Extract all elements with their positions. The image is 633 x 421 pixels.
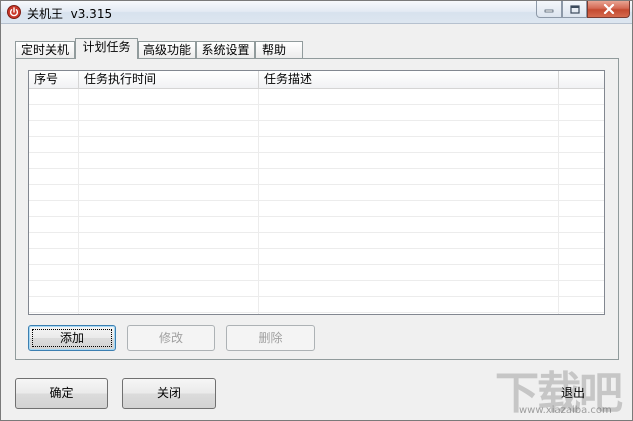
add-task-button[interactable]: 添加 <box>28 325 116 351</box>
delete-task-button[interactable]: 删除 <box>226 325 315 351</box>
column-header-filler <box>559 71 604 88</box>
task-list-header: 序号 任务执行时间 任务描述 <box>29 71 604 89</box>
task-list[interactable]: 序号 任务执行时间 任务描述 <box>28 70 605 315</box>
column-divider <box>78 89 79 314</box>
column-header-exec-time[interactable]: 任务执行时间 <box>79 71 259 88</box>
column-header-index[interactable]: 序号 <box>29 71 79 88</box>
tab-system-settings[interactable]: 系统设置 <box>196 41 255 58</box>
exit-button[interactable]: 退出 <box>527 378 619 409</box>
tab-scheduled-shutdown[interactable]: 定时关机 <box>15 41 75 58</box>
tab-help[interactable]: 帮助 <box>255 41 303 58</box>
column-divider <box>258 89 259 314</box>
column-header-description[interactable]: 任务描述 <box>259 71 559 88</box>
window-title: 关机王 v3.315 <box>27 7 113 21</box>
maximize-icon <box>569 4 580 14</box>
minimize-icon <box>544 9 554 13</box>
column-divider <box>558 89 559 314</box>
maximize-button[interactable] <box>562 1 587 18</box>
edit-task-button[interactable]: 修改 <box>127 325 215 351</box>
app-window: 关机王 v3.315 定时关机 计划任务 高级功能 系统设置 帮助 序号 任务执… <box>0 0 633 421</box>
title-bar[interactable]: 关机王 v3.315 <box>1 1 632 24</box>
power-icon <box>7 5 21 19</box>
close-window-button[interactable] <box>587 1 630 18</box>
close-icon <box>603 4 614 14</box>
tab-planned-tasks[interactable]: 计划任务 <box>75 38 138 59</box>
minimize-button[interactable] <box>536 1 562 18</box>
close-button[interactable]: 关闭 <box>122 378 216 409</box>
ok-button[interactable]: 确定 <box>15 378 108 409</box>
tab-advanced[interactable]: 高级功能 <box>138 41 196 58</box>
task-list-body[interactable] <box>29 89 604 314</box>
